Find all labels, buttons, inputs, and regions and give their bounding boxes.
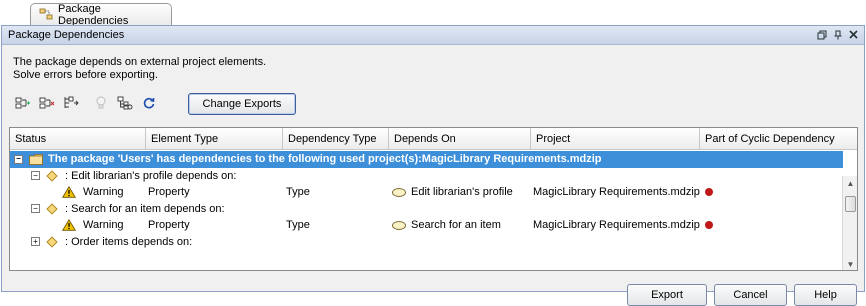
toolbar	[14, 92, 158, 114]
use-case-icon	[392, 184, 406, 201]
package-dependencies-panel: Package Dependencies The package depends…	[1, 25, 865, 306]
item-label: : Order items depends on:	[65, 235, 193, 248]
tab-package-dependencies[interactable]: Package Dependencies	[30, 3, 172, 27]
refresh-icon[interactable]	[140, 94, 158, 112]
table-row[interactable]: Warning Property Type Search for an item…	[10, 217, 843, 234]
info-message-line1: The package depends on external project …	[13, 56, 267, 68]
column-header-project[interactable]: Project	[531, 128, 700, 150]
depends-on-cell: Edit librarian's profile	[411, 186, 513, 199]
warning-icon	[62, 184, 76, 201]
project-cell: MagicLibrary Requirements.mdzip	[533, 219, 700, 232]
restore-icon[interactable]	[815, 28, 828, 41]
hint-icon	[92, 94, 110, 112]
column-header-status[interactable]: Status	[10, 128, 146, 150]
help-button[interactable]: Help	[794, 284, 857, 306]
group-label: The package 'Users' has dependencies to …	[48, 153, 602, 166]
table-body: − The package 'Users' has dependencies t…	[10, 151, 843, 250]
depends-on-cell: Search for an item	[411, 219, 501, 232]
window-controls	[815, 28, 860, 41]
property-icon	[46, 234, 58, 251]
project-cell: MagicLibrary Requirements.mdzip	[533, 186, 700, 199]
vertical-scrollbar[interactable]: ▲ ▼	[842, 176, 857, 270]
column-header-cyclic[interactable]: Part of Cyclic Dependency	[700, 128, 857, 150]
column-header-dependency-type[interactable]: Dependency Type	[283, 128, 389, 150]
status-cell: Warning	[83, 219, 124, 232]
list-item[interactable]: − : Edit librarian's profile depends on:	[10, 168, 843, 185]
table-row[interactable]: Warning Property Type Edit librarian's p…	[10, 184, 843, 201]
export-button[interactable]: Export	[627, 284, 707, 306]
element-type-cell: Property	[148, 186, 190, 199]
table-header: Status Element Type Dependency Type Depe…	[10, 128, 857, 150]
tab-label: Package Dependencies	[58, 3, 129, 27]
dependency-type-cell: Type	[286, 186, 310, 199]
package-dependencies-icon	[39, 8, 53, 23]
column-header-depends-on[interactable]: Depends On	[389, 128, 531, 150]
close-icon[interactable]	[847, 28, 860, 41]
item-expand-toggle[interactable]: +	[31, 234, 40, 251]
property-icon	[46, 168, 58, 185]
cancel-button[interactable]: Cancel	[714, 284, 787, 306]
cyclic-dependency-indicator	[705, 217, 713, 234]
list-item[interactable]: + : Order items depends on:	[10, 234, 843, 251]
item-expand-toggle[interactable]: −	[31, 168, 40, 185]
tab-strip: Package Dependencies	[0, 0, 866, 27]
scroll-down-icon[interactable]: ▼	[843, 257, 857, 270]
panel-title: Package Dependencies	[8, 29, 125, 41]
pin-icon[interactable]	[831, 28, 844, 41]
panel-titlebar: Package Dependencies	[2, 26, 864, 45]
column-header-element-type[interactable]: Element Type	[146, 128, 283, 150]
property-icon	[46, 201, 58, 218]
group-expand-toggle[interactable]: −	[14, 151, 23, 168]
scroll-up-icon[interactable]: ▲	[843, 176, 857, 190]
info-message-line2: Solve errors before exporting.	[13, 69, 158, 81]
table-row-group[interactable]: − The package 'Users' has dependencies t…	[10, 151, 843, 168]
expand-all-icon[interactable]	[14, 94, 32, 112]
warning-icon	[62, 217, 76, 234]
cyclic-dependency-indicator	[705, 184, 713, 201]
scrollbar-thumb[interactable]	[845, 196, 856, 212]
dependencies-table: Status Element Type Dependency Type Depe…	[9, 127, 858, 271]
use-case-icon	[392, 217, 406, 234]
item-expand-toggle[interactable]: −	[31, 201, 40, 218]
dependency-type-cell: Type	[286, 219, 310, 232]
item-label: : Edit librarian's profile depends on:	[65, 169, 237, 182]
expand-selected-icon[interactable]	[62, 94, 80, 112]
element-type-cell: Property	[148, 219, 190, 232]
list-item[interactable]: − : Search for an item depends on:	[10, 201, 843, 218]
package-icon	[29, 151, 43, 168]
item-label: : Search for an item depends on:	[65, 202, 225, 215]
status-cell: Warning	[83, 186, 124, 199]
show-in-tree-icon[interactable]	[116, 94, 134, 112]
change-exports-button[interactable]: Change Exports	[188, 93, 296, 115]
collapse-all-icon[interactable]	[38, 94, 56, 112]
